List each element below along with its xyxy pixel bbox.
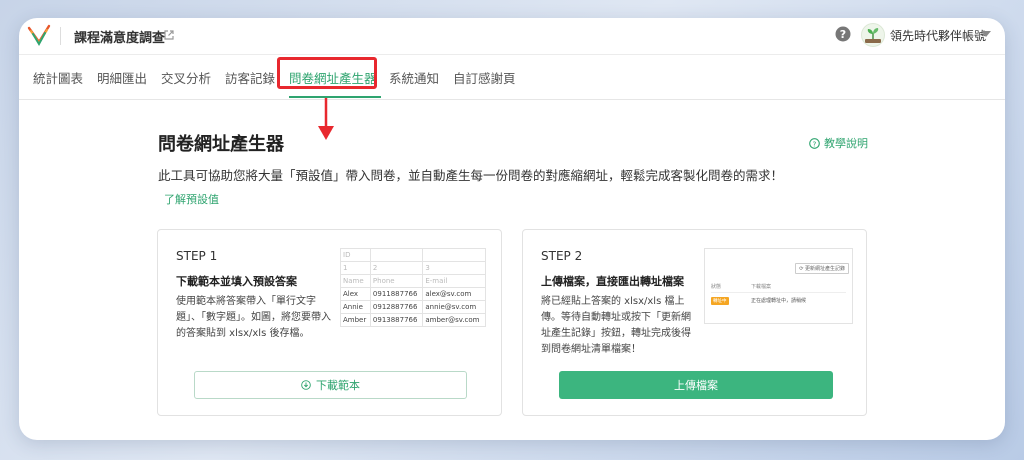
table-cell: amber@sv.com — [422, 313, 486, 327]
preview-col-status: 狀態 — [711, 284, 722, 290]
app-logo-icon[interactable] — [27, 24, 51, 46]
table-cell: 0913887766 — [369, 313, 424, 327]
step1-card: STEP 1 下載範本並填入預設答案 使用範本將答案帶入「單行文字題」、「數字題… — [157, 229, 502, 416]
learn-default-values-link[interactable]: 了解預設值 — [164, 191, 219, 207]
table-cell: ID — [340, 248, 371, 262]
table-cell — [422, 248, 486, 262]
download-template-label: 下載範本 — [316, 379, 360, 392]
table-cell: Annie — [340, 300, 371, 314]
table-row: Name Phone E-mail — [340, 274, 486, 288]
tab-highlight-box — [277, 57, 377, 89]
tab-details-export[interactable]: 明細匯出 — [97, 68, 147, 87]
table-row: 1 2 3 — [340, 261, 486, 275]
tab-thank-you-page[interactable]: 自訂感謝頁 — [453, 68, 516, 87]
step1-description: 使用範本將答案帶入「單行文字題」、「數字題」。如圖，將您要帶入的答案貼到 xls… — [176, 296, 331, 339]
table-cell: Phone — [369, 274, 424, 288]
tutorial-link-label: 教學說明 — [824, 137, 868, 150]
table-cell: Amber — [340, 313, 371, 327]
question-circle-icon: ? — [809, 137, 820, 149]
chevron-down-icon[interactable] — [981, 31, 991, 37]
tab-cross-analysis[interactable]: 交叉分析 — [161, 68, 211, 87]
table-cell — [369, 248, 424, 262]
page-title: 問卷網址產生器 — [158, 134, 284, 155]
top-header: 課程滿意度調查 ? 領先時代夥伴帳號 — [19, 18, 1005, 55]
table-row: Annie 0912887766 annie@sv.com — [340, 300, 486, 314]
survey-title: 課程滿意度調查 — [74, 31, 166, 46]
tab-bar: 統計圖表 明細匯出 交叉分析 訪客記錄 問卷網址產生器 系統通知 自訂感謝頁 — [19, 54, 1005, 100]
header-divider — [60, 27, 61, 45]
preview-col-download: 下載檔案 — [751, 284, 772, 290]
preview-row-text: 正在處理轉址中，請稍候 — [751, 298, 807, 304]
avatar[interactable] — [861, 23, 885, 47]
step2-card: STEP 2 上傳檔案，直接匯出轉址檔案 將已經貼上答案的 xlsx/xls 檔… — [522, 229, 867, 416]
step2-title: 上傳檔案，直接匯出轉址檔案 — [541, 275, 684, 288]
step1-title: 下載範本並填入預設答案 — [176, 275, 297, 288]
page-description: 此工具可協助您將大量「預設值」帶入問卷，並自動產生每一份問卷的對應縮網址，輕鬆完… — [158, 168, 784, 183]
table-cell: 2 — [369, 261, 424, 275]
external-link-icon[interactable] — [163, 29, 175, 41]
svg-text:?: ? — [813, 139, 817, 148]
table-cell: Alex — [340, 287, 371, 301]
svg-text:?: ? — [840, 28, 846, 41]
table-cell: annie@sv.com — [422, 300, 486, 314]
step1-label: STEP 1 — [176, 249, 218, 263]
download-circle-icon — [301, 380, 311, 390]
status-badge: 轉址中 — [711, 297, 729, 305]
sprout-icon — [865, 28, 881, 43]
down-arrow-icon — [318, 98, 334, 140]
tab-system-notice[interactable]: 系統通知 — [389, 68, 439, 87]
step2-label: STEP 2 — [541, 249, 583, 263]
table-row: Alex 0911887766 alex@sv.com — [340, 287, 486, 301]
download-template-button[interactable]: 下載範本 — [194, 371, 467, 399]
sample-table-preview: ID 1 2 3 Name Phone E-mail Alex 09118877… — [340, 248, 486, 327]
table-cell: 0911887766 — [369, 287, 424, 301]
table-cell: alex@sv.com — [422, 287, 486, 301]
tab-visitor-log[interactable]: 訪客記錄 — [225, 68, 275, 87]
table-row: ID — [340, 248, 486, 262]
table-cell: Name — [340, 274, 371, 288]
upload-file-button[interactable]: 上傳檔案 — [559, 371, 833, 399]
table-row: Amber 0913887766 amber@sv.com — [340, 313, 486, 327]
table-cell: 1 — [340, 261, 371, 275]
help-circle-icon[interactable]: ? — [835, 26, 851, 42]
account-name[interactable]: 領先時代夥伴帳號 — [890, 27, 986, 44]
table-cell: E-mail — [422, 274, 486, 288]
table-cell: 0912887766 — [369, 300, 424, 314]
refresh-records-preview: ⟳ 更新網址產生記錄 — [795, 263, 849, 274]
upload-result-preview: ⟳ 更新網址產生記錄 狀態 下載檔案 轉址中 正在處理轉址中，請稍候 — [704, 248, 853, 324]
table-cell: 3 — [422, 261, 486, 275]
preview-table-header: 狀態 下載檔案 — [711, 283, 846, 293]
app-window: 課程滿意度調查 ? 領先時代夥伴帳號 統計圖表 明細匯出 交叉分析 訪客記錄 問… — [19, 18, 1005, 440]
tutorial-link[interactable]: ? 教學說明 — [809, 135, 868, 151]
tab-statistics[interactable]: 統計圖表 — [33, 68, 83, 87]
step2-description: 將已經貼上答案的 xlsx/xls 檔上傳。等待自動轉址或按下「更新網址產生記錄… — [541, 296, 691, 355]
